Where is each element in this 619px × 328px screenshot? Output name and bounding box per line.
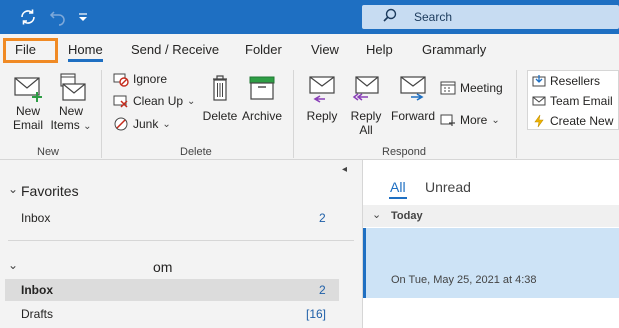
calendar-icon (440, 81, 456, 95)
delete-button[interactable]: Delete (200, 72, 240, 123)
divider (8, 240, 354, 241)
selected-message[interactable]: On Tue, May 25, 2021 at 4:38 (363, 228, 619, 298)
group-header[interactable]: ⌄ Today (363, 205, 619, 227)
search-placeholder: Search (414, 10, 453, 24)
tab-help[interactable]: Help (366, 42, 393, 57)
delete-label: Delete (202, 109, 238, 123)
meeting-button[interactable]: Meeting (440, 80, 503, 96)
group-label-today: Today (391, 210, 423, 222)
junk-label: Junk (133, 117, 159, 131)
ignore-icon (113, 73, 129, 87)
search-icon (382, 8, 398, 24)
junk-icon (114, 117, 128, 131)
sync-icon[interactable] (18, 7, 38, 27)
forward-button[interactable]: Forward (390, 72, 436, 123)
draft-count: [16] (306, 307, 327, 321)
favorites-header[interactable]: Favorites (21, 183, 79, 199)
message-list: All Unread ⌄ Today On Tue, May 25, 2021 … (362, 160, 619, 328)
folder-inbox[interactable]: Inbox (21, 283, 53, 297)
quick-step-team-email[interactable]: Team Email (532, 94, 613, 108)
tab-home[interactable]: Home (68, 42, 103, 57)
unread-count: 2 (319, 283, 326, 297)
reply-icon (309, 76, 335, 103)
unread-count: 2 (319, 211, 326, 225)
group-label-respond: Respond (382, 146, 427, 158)
clean-up-icon (113, 95, 128, 108)
new-items-icon (60, 73, 86, 101)
message-preview: On Tue, May 25, 2021 at 4:38 (391, 274, 537, 286)
chevron-down-icon[interactable]: ⌄ (8, 182, 18, 196)
group-label-delete: Delete (180, 146, 212, 158)
customize-quick-access-icon[interactable] (76, 7, 96, 27)
search-box[interactable]: Search (362, 5, 619, 29)
more-respond-button[interactable]: More ⌄ (440, 112, 500, 128)
group-separator (516, 70, 517, 158)
ignore-button[interactable]: Ignore (113, 71, 167, 87)
forward-label: Forward (390, 109, 435, 123)
move-to-folder-icon (532, 75, 546, 87)
quick-steps-gallery: Resellers Team Email Create New (527, 70, 619, 130)
tab-grammarly[interactable]: Grammarly (422, 42, 486, 57)
collapse-pane-icon[interactable]: ◂ (342, 164, 347, 175)
reply-all-icon (352, 76, 379, 101)
reply-all-label: Reply (350, 109, 382, 123)
chevron-down-icon: ⌄ (491, 114, 500, 126)
trash-icon (213, 75, 227, 101)
chevron-down-icon: ⌄ (372, 209, 382, 221)
group-separator (293, 70, 294, 158)
active-tab-indicator (68, 59, 103, 62)
quick-step-label: Team Email (550, 94, 613, 108)
filter-unread[interactable]: Unread (425, 179, 471, 195)
chevron-down-icon: ⌄ (187, 95, 196, 107)
lightning-icon (534, 114, 544, 128)
account-header[interactable]: om (153, 259, 172, 275)
new-items-label-2: Items (50, 118, 80, 132)
undo-icon[interactable] (48, 7, 68, 27)
more-icon (440, 114, 455, 126)
folder-drafts[interactable]: Drafts (21, 307, 53, 321)
chevron-down-icon: ⌄ (162, 118, 171, 130)
tab-view[interactable]: View (311, 42, 339, 57)
group-label-new: New (37, 146, 60, 158)
tab-send-receive[interactable]: Send / Receive (131, 42, 219, 57)
new-items-label: New (58, 104, 83, 118)
archive-button[interactable]: Archive (240, 72, 284, 123)
email-icon (532, 96, 546, 106)
meeting-label: Meeting (460, 81, 503, 95)
reply-label: Reply (306, 109, 338, 123)
junk-button[interactable]: Junk ⌄ (113, 116, 171, 132)
clean-up-label: Clean Up (133, 94, 184, 108)
folder-pane: ◂ ⌄ Favorites Inbox 2 ⌄ om Inbox 2 Draft… (0, 160, 362, 328)
group-separator (101, 70, 102, 158)
reply-all-button[interactable]: Reply All (346, 72, 386, 137)
quick-step-label: Resellers (550, 74, 601, 88)
quick-step-resellers[interactable]: Resellers (532, 74, 600, 88)
new-items-button[interactable]: New Items ⌄ (50, 72, 92, 134)
active-filter-indicator (389, 197, 407, 199)
archive-label: Archive (241, 109, 282, 123)
quick-step-label: Create New (550, 114, 614, 128)
reply-button[interactable]: Reply (302, 72, 342, 123)
clean-up-button[interactable]: Clean Up ⌄ (113, 93, 195, 109)
more-label: More (460, 113, 488, 127)
new-email-label: New (15, 104, 40, 118)
title-bar: Search (0, 0, 619, 34)
forward-icon (400, 76, 426, 101)
reply-all-label-2: All (359, 123, 373, 137)
favorites-inbox[interactable]: Inbox (21, 211, 50, 225)
chevron-down-icon: ⌄ (83, 121, 92, 132)
new-email-button[interactable]: New Email (8, 72, 48, 132)
quick-step-create-new[interactable]: Create New (532, 114, 613, 128)
chevron-down-icon[interactable]: ⌄ (8, 258, 18, 272)
ignore-label: Ignore (133, 72, 168, 86)
archive-icon (249, 76, 275, 100)
tab-folder[interactable]: Folder (245, 42, 282, 57)
tab-file[interactable]: File (15, 42, 36, 57)
new-email-icon (14, 77, 42, 102)
filter-all[interactable]: All (390, 179, 406, 195)
folder-inbox-selected[interactable] (5, 279, 339, 301)
new-email-label-2: Email (12, 118, 43, 132)
